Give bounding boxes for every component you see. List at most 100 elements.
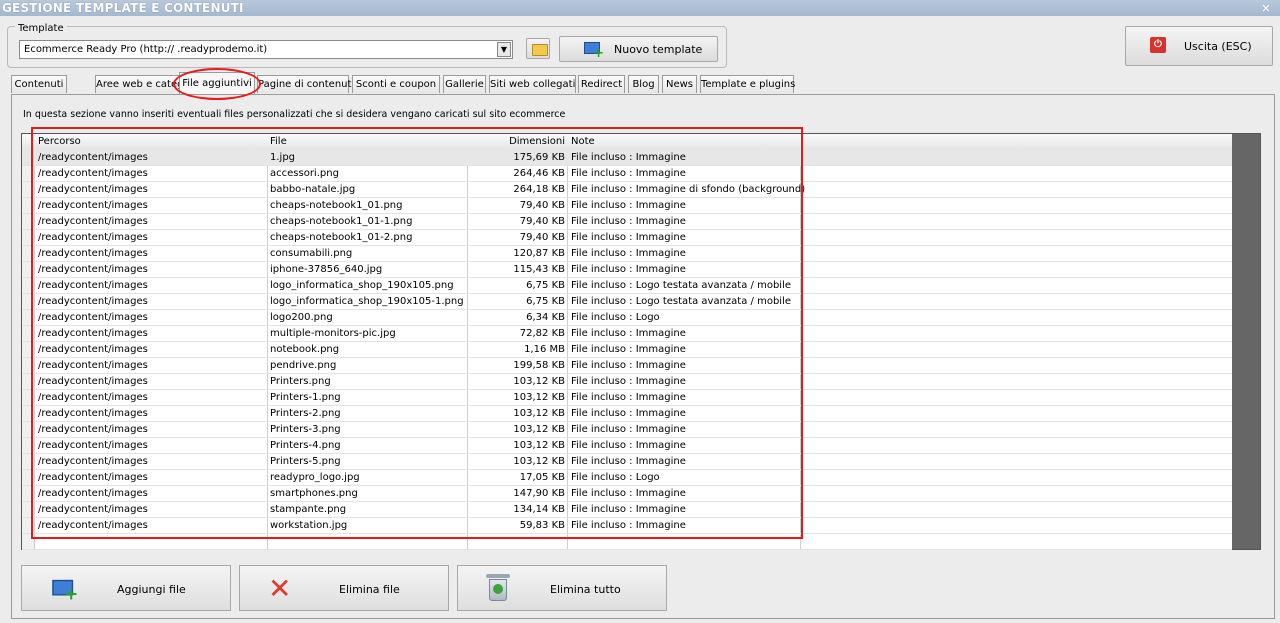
new-template-button[interactable]: + Nuovo template — [559, 36, 718, 62]
table-row[interactable]: /readycontent/images Printers-5.png 103,12… — [22, 454, 1232, 470]
table-row[interactable]: /readycontent/images logo_informatica_sho… — [22, 278, 1232, 294]
table-row[interactable]: /readycontent/images babbo-natale.jpg 264,… — [22, 182, 1232, 198]
tab-blog[interactable]: Blog — [628, 75, 659, 93]
cell-file: 1.jpg — [270, 152, 296, 163]
cell-percorso: /readycontent/images — [38, 376, 148, 387]
cell-dimensioni: 79,40 KB — [519, 232, 565, 243]
tab-gallerie[interactable]: Gallerie — [443, 75, 486, 93]
delete-all-button[interactable]: Elimina tutto — [457, 565, 667, 611]
cell-percorso: /readycontent/images — [38, 520, 148, 531]
cell-file: Printers-3.png — [270, 424, 341, 435]
header-file[interactable]: File — [270, 136, 287, 147]
cell-note: File incluso : Immagine — [571, 520, 686, 531]
cell-note: File incluso : Immagine — [571, 248, 686, 259]
cell-note: File incluso : Immagine — [571, 408, 686, 419]
cell-file: cheaps-notebook1_01-2.png — [270, 232, 413, 243]
cell-note: File incluso : Immagine — [571, 168, 686, 179]
new-template-label: Nuovo template — [614, 43, 703, 56]
delete-file-button[interactable]: ✕ Elimina file — [239, 565, 449, 611]
tab-template-plugins[interactable]: Template e plugins — [700, 75, 795, 93]
cell-dimensioni: 264,18 KB — [513, 184, 565, 195]
exit-button[interactable]: ⏻ Uscita (ESC) — [1125, 26, 1273, 66]
cell-note: File incluso : Immagine — [571, 488, 686, 499]
cell-note: File incluso : Immagine — [571, 216, 686, 227]
tab-siti-collegati[interactable]: Siti web collegati — [489, 75, 576, 93]
cell-dimensioni: 103,12 KB — [513, 440, 565, 451]
cell-note: File incluso : Immagine — [571, 376, 686, 387]
cell-dimensioni: 79,40 KB — [519, 216, 565, 227]
cell-note: File incluso : Logo — [571, 472, 660, 483]
table-row[interactable]: /readycontent/images stampante.png 134,14 … — [22, 502, 1232, 518]
tab-redirect[interactable]: Redirect — [578, 75, 625, 93]
window-close-button[interactable]: × — [1258, 0, 1274, 16]
delete-x-icon: ✕ — [268, 572, 292, 605]
tab-news[interactable]: News — [662, 75, 697, 93]
window-title-bar: GESTIONE TEMPLATE E CONTENUTI × — [0, 0, 1280, 16]
tab-aree-web[interactable]: Aree web e categorie — [95, 75, 203, 93]
template-select[interactable]: Ecommerce Ready Pro (http:// .readyprode… — [19, 40, 513, 59]
cell-dimensioni: 6,75 KB — [526, 280, 565, 291]
folder-icon — [532, 44, 548, 56]
table-row[interactable]: /readycontent/images multiple-monitors-pi… — [22, 326, 1232, 342]
header-percorso[interactable]: Percorso — [38, 136, 81, 147]
table-row[interactable]: /readycontent/images Printers-3.png 103,12… — [22, 422, 1232, 438]
cell-dimensioni: 6,75 KB — [526, 296, 565, 307]
delete-file-label: Elimina file — [339, 583, 400, 596]
header-note[interactable]: Note — [571, 136, 595, 147]
table-row[interactable]: /readycontent/images iphone-37856_640.jpg… — [22, 262, 1232, 278]
chevron-down-icon[interactable]: ▼ — [497, 42, 511, 57]
cell-percorso: /readycontent/images — [38, 280, 148, 291]
table-row[interactable]: /readycontent/images cheaps-notebook1_01-… — [22, 230, 1232, 246]
table-row[interactable]: /readycontent/images 1.jpg 175,69 KB File i… — [22, 150, 1232, 166]
cell-percorso: /readycontent/images — [38, 248, 148, 259]
cell-percorso: /readycontent/images — [38, 488, 148, 499]
table-row[interactable]: /readycontent/images notebook.png 1,16 MB F… — [22, 342, 1232, 358]
cell-percorso: /readycontent/images — [38, 312, 148, 323]
table-row[interactable]: /readycontent/images cheaps-notebook1_01-… — [22, 214, 1232, 230]
table-row[interactable]: /readycontent/images logo_informatica_sho… — [22, 294, 1232, 310]
tab-pagine-contenuti[interactable]: Pagine di contenuti — [257, 75, 354, 93]
cell-percorso: /readycontent/images — [38, 424, 148, 435]
tab-file-aggiuntivi[interactable]: File aggiuntivi — [179, 72, 255, 94]
cell-percorso: /readycontent/images — [38, 472, 148, 483]
table-row[interactable]: /readycontent/images Printers-4.png 103,12… — [22, 438, 1232, 454]
cell-file: stampante.png — [270, 504, 347, 515]
cell-percorso: /readycontent/images — [38, 328, 148, 339]
table-row[interactable]: /readycontent/images accessori.png 264,46 … — [22, 166, 1232, 182]
cell-note: File incluso : Immagine — [571, 504, 686, 515]
table-row[interactable]: /readycontent/images cheaps-notebook1_01.… — [22, 198, 1232, 214]
tab-contenuti[interactable]: Contenuti — [11, 75, 67, 93]
table-row[interactable]: /readycontent/images Printers.png 103,12 K… — [22, 374, 1232, 390]
table-row[interactable]: /readycontent/images readypro_logo.jpg 17,… — [22, 470, 1232, 486]
table-row[interactable]: /readycontent/images Printers-1.png 103,12… — [22, 390, 1232, 406]
cell-file: Printers-4.png — [270, 440, 341, 451]
tab-sconti-coupon[interactable]: Sconti e coupon — [352, 75, 440, 93]
table-row[interactable]: /readycontent/images Printers-2.png 103,12… — [22, 406, 1232, 422]
cell-percorso: /readycontent/images — [38, 344, 148, 355]
cell-dimensioni: 134,14 KB — [513, 504, 565, 515]
cell-dimensioni: 72,82 KB — [519, 328, 565, 339]
window-title: GESTIONE TEMPLATE E CONTENUTI — [2, 1, 244, 15]
cell-percorso: /readycontent/images — [38, 152, 148, 163]
table-row[interactable]: /readycontent/images consumabili.png 120,8… — [22, 246, 1232, 262]
add-file-button[interactable]: + Aggiungi file — [21, 565, 231, 611]
cell-dimensioni: 103,12 KB — [513, 376, 565, 387]
cell-note: File incluso : Immagine — [571, 200, 686, 211]
cell-dimensioni: 1,16 MB — [524, 344, 565, 355]
cell-note: File incluso : Logo — [571, 312, 660, 323]
table-row[interactable]: /readycontent/images logo200.png 6,34 KB Fi… — [22, 310, 1232, 326]
cell-dimensioni: 120,87 KB — [513, 248, 565, 259]
cell-percorso: /readycontent/images — [38, 216, 148, 227]
cell-percorso: /readycontent/images — [38, 504, 148, 515]
cell-dimensioni: 115,43 KB — [513, 264, 565, 275]
header-dimensioni[interactable]: Dimensioni — [468, 136, 565, 147]
table-row[interactable]: /readycontent/images workstation.jpg 59,83… — [22, 518, 1232, 534]
cell-dimensioni: 103,12 KB — [513, 456, 565, 467]
cell-percorso: /readycontent/images — [38, 408, 148, 419]
table-row[interactable]: /readycontent/images smartphones.png 147,9… — [22, 486, 1232, 502]
delete-all-label: Elimina tutto — [550, 583, 621, 596]
cell-dimensioni: 264,46 KB — [513, 168, 565, 179]
cell-file: cheaps-notebook1_01.png — [270, 200, 403, 211]
open-folder-button[interactable] — [526, 38, 550, 59]
table-row[interactable]: /readycontent/images pendrive.png 199,58 K… — [22, 358, 1232, 374]
